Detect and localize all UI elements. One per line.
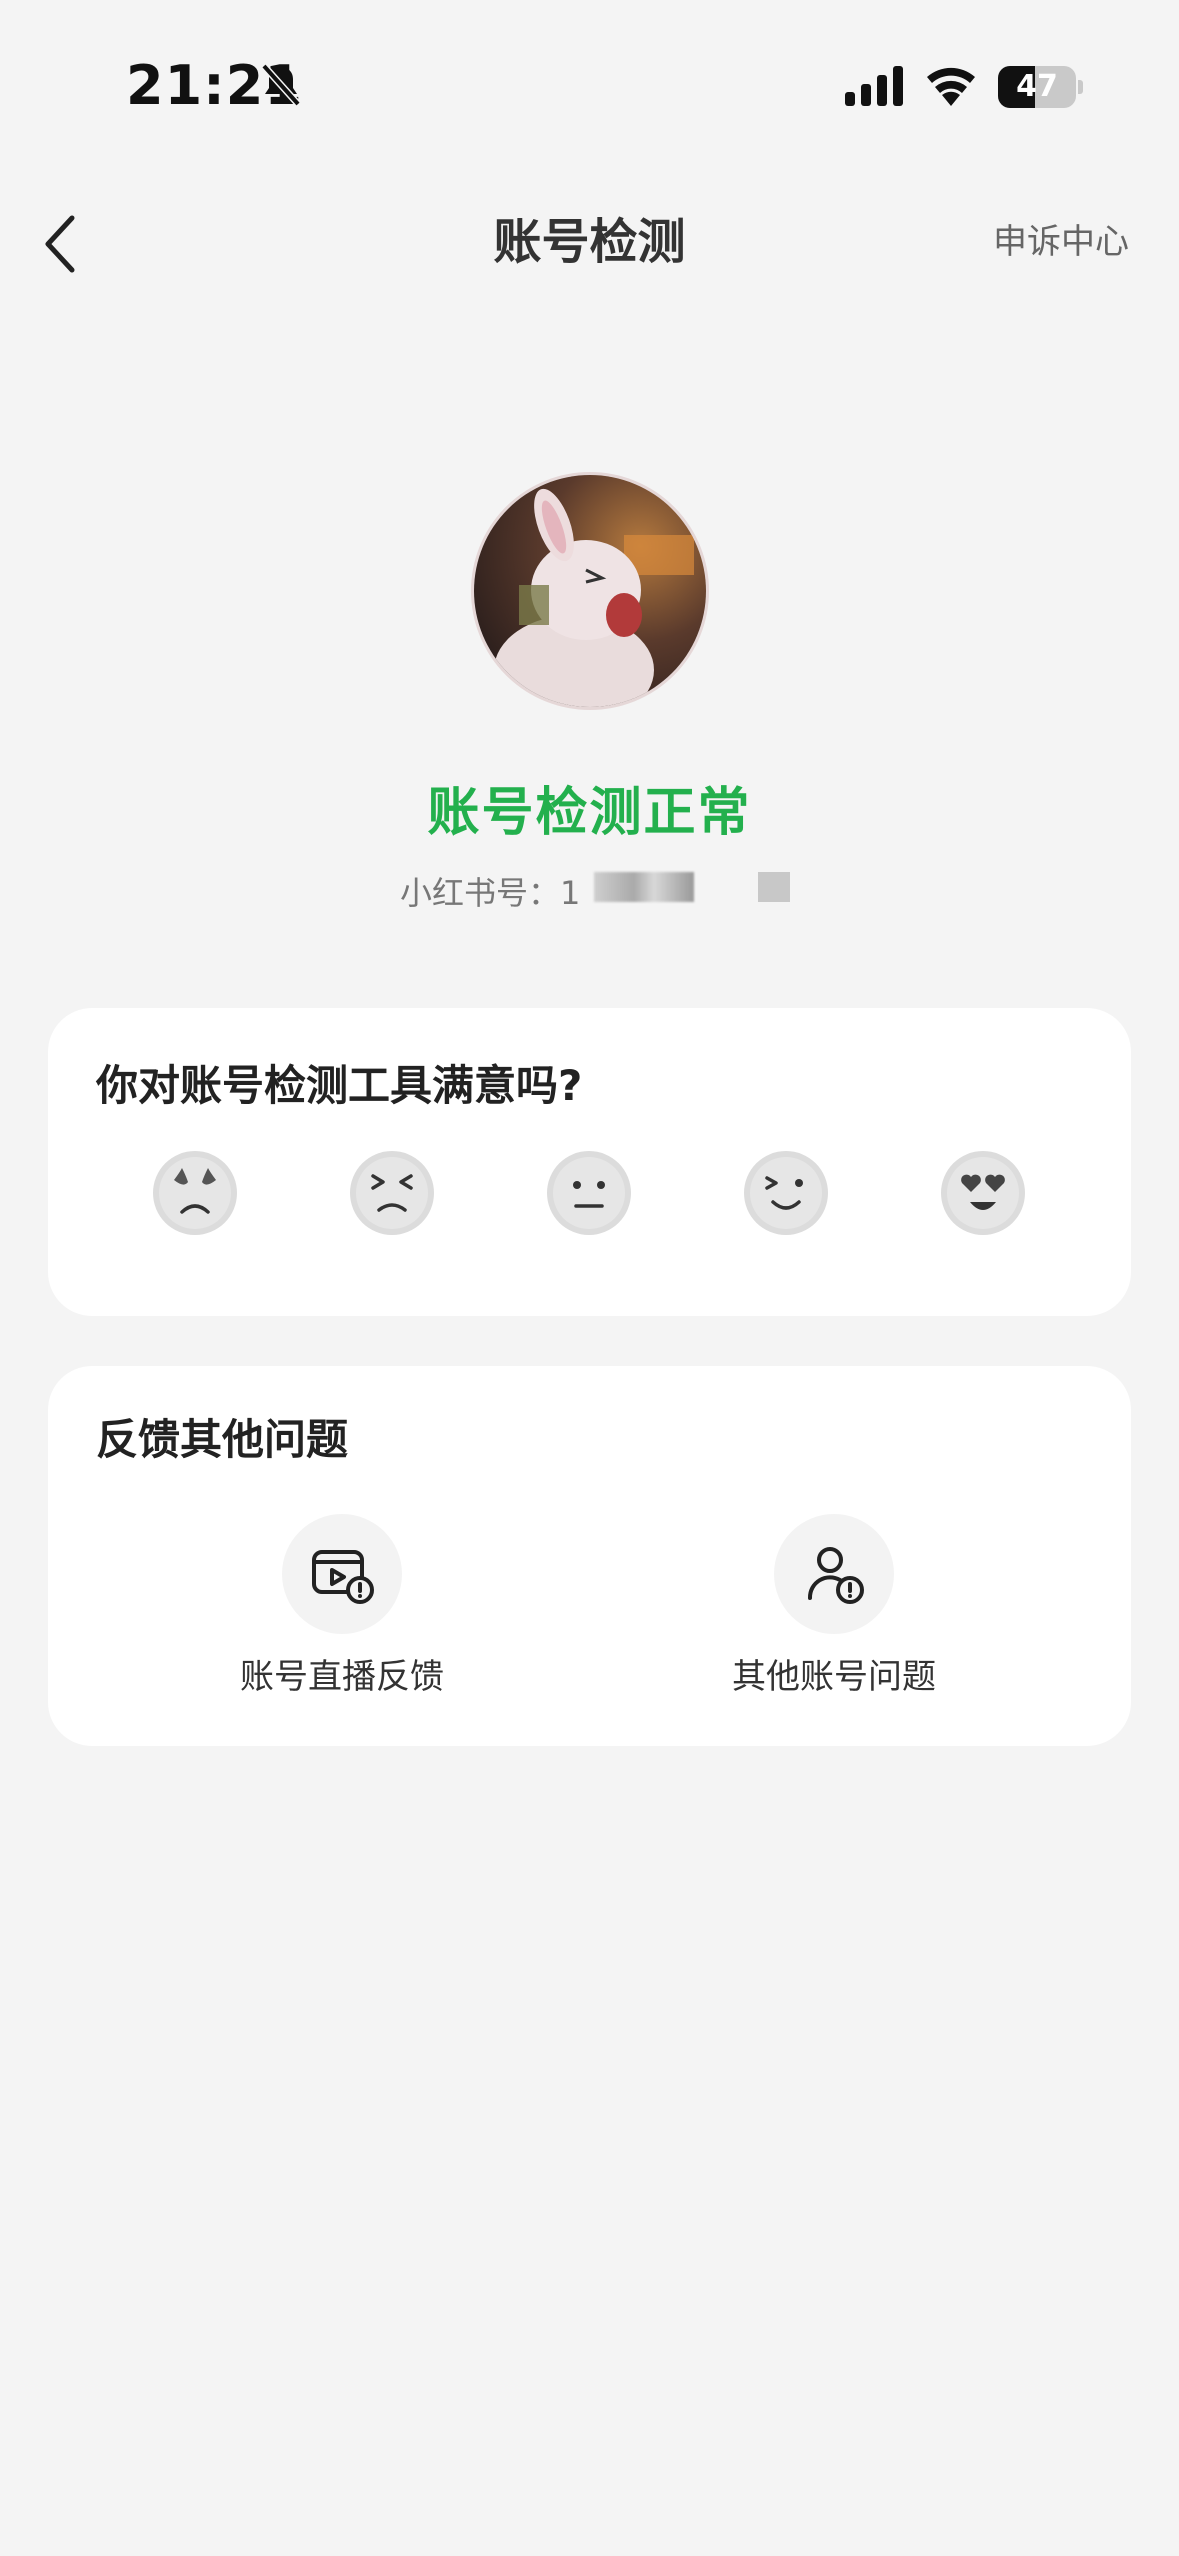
- very-unsatisfied-face-icon[interactable]: [152, 1150, 238, 1236]
- user-icon-container: [774, 1514, 894, 1634]
- satisfaction-question: 你对账号检测工具满意吗?: [96, 1061, 583, 1110]
- detection-status: 账号检测正常: [427, 783, 752, 843]
- live-stream-icon-container: [282, 1514, 402, 1634]
- neutral-face-icon[interactable]: [546, 1150, 632, 1236]
- account-id-redaction: [758, 872, 790, 902]
- battery-percent: 47: [1016, 69, 1058, 104]
- user-alert-icon: [807, 1547, 864, 1604]
- account-id-redaction: [594, 872, 694, 902]
- live-stream-feedback-button[interactable]: 账号直播反馈: [192, 1514, 492, 1704]
- avatar: [471, 472, 709, 710]
- other-account-issues-button[interactable]: 其他账号问题: [684, 1514, 984, 1704]
- wifi-icon: [927, 67, 975, 106]
- bell-muted-icon: [261, 63, 301, 107]
- battery-indicator: 47: [998, 66, 1084, 108]
- satisfied-face-icon[interactable]: [743, 1150, 829, 1236]
- live-stream-alert-icon: [312, 1550, 374, 1604]
- account-id: 小红书号：1: [400, 870, 580, 916]
- cellular-signal-icon: [845, 66, 903, 106]
- feedback-title: 反馈其他问题: [96, 1415, 349, 1464]
- account-id-value: 1: [560, 874, 581, 912]
- account-id-label: 小红书号：: [400, 874, 561, 912]
- appeal-center-link[interactable]: 申诉中心: [993, 220, 1129, 264]
- status-bar: 21:21 47: [0, 0, 1179, 170]
- other-account-issues-label: 其他账号问题: [732, 1657, 936, 1697]
- live-stream-feedback-label: 账号直播反馈: [240, 1657, 444, 1697]
- unsatisfied-face-icon[interactable]: [349, 1150, 435, 1236]
- very-satisfied-face-icon[interactable]: [940, 1150, 1026, 1236]
